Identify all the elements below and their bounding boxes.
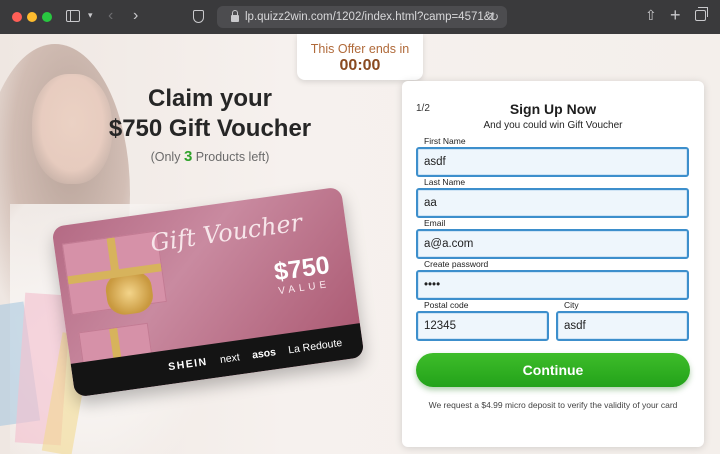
- continue-button[interactable]: Continue: [416, 353, 690, 387]
- form-subtitle: And you could win Gift Voucher: [483, 120, 623, 131]
- sidebar-icon[interactable]: [66, 10, 80, 22]
- postal-code-field[interactable]: 12345: [416, 311, 549, 341]
- chevron-down-icon[interactable]: ▾: [88, 11, 93, 20]
- voucher-title: Gift Voucher: [148, 208, 304, 258]
- timer-countdown: 00:00: [339, 57, 381, 74]
- brand-logo: SHEIN: [167, 355, 209, 374]
- password-label: Create password: [424, 259, 489, 269]
- brand-logo: La Redoute: [287, 336, 343, 357]
- last-name-field[interactable]: aa: [416, 188, 689, 218]
- shield-icon[interactable]: [193, 10, 204, 23]
- city-field[interactable]: asdf: [556, 311, 689, 341]
- minimize-window-button[interactable]: [27, 12, 37, 22]
- form-title: Sign Up Now: [509, 101, 597, 117]
- landing-page: This Offer ends in 00:00 Claim your $750…: [0, 34, 720, 454]
- share-icon[interactable]: ⇧: [645, 8, 657, 22]
- email-field[interactable]: a@a.com: [416, 229, 689, 259]
- new-tab-icon[interactable]: +: [670, 6, 681, 24]
- lock-icon: [231, 10, 239, 22]
- url-text[interactable]: lp.quizz2win.com/1202/index.html?camp=45…: [245, 11, 495, 23]
- signup-form: 1/2 Sign Up Now And you could win Gift V…: [402, 81, 704, 447]
- reload-icon[interactable]: ↻: [489, 10, 499, 24]
- tabs-overview-icon[interactable]: [695, 7, 708, 21]
- password-field[interactable]: ••••: [416, 270, 689, 300]
- back-icon[interactable]: ‹: [108, 8, 113, 24]
- first-name-field[interactable]: asdf: [416, 147, 689, 177]
- headline-line2: $750 Gift Voucher: [108, 115, 312, 142]
- maximize-window-button[interactable]: [42, 12, 52, 22]
- postal-code-label: Postal code: [424, 300, 469, 310]
- browser-toolbar: ▾ ‹ › lp.quizz2win.com/1202/index.html?c…: [0, 0, 720, 34]
- close-window-button[interactable]: [12, 12, 22, 22]
- offer-timer: This Offer ends in 00:00: [297, 34, 423, 80]
- timer-label: This Offer ends in: [310, 42, 410, 56]
- email-label: Email: [424, 218, 446, 228]
- stock-notice: (Only 3 Products left): [150, 148, 270, 165]
- page-title: Claim your $750 Gift Voucher: [100, 84, 320, 144]
- forward-icon[interactable]: ›: [133, 8, 138, 24]
- address-bar[interactable]: lp.quizz2win.com/1202/index.html?camp=45…: [217, 6, 507, 28]
- bow-icon: [103, 268, 156, 317]
- city-label: City: [564, 300, 579, 310]
- headline-line1: Claim your: [147, 85, 273, 112]
- last-name-label: Last Name: [424, 177, 466, 187]
- brand-logo: next: [219, 351, 241, 366]
- first-name-label: First Name: [424, 136, 466, 146]
- brand-logo: asos: [251, 346, 277, 362]
- deposit-note: We request a $4.99 micro deposit to veri…: [428, 400, 678, 410]
